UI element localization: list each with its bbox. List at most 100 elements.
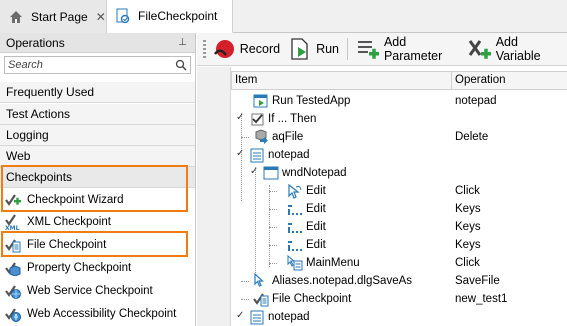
toolbar-grip[interactable]: [203, 40, 206, 58]
row-gutter: [197, 67, 231, 326]
add-variable-label: Add Variable: [495, 35, 541, 63]
operation-property-checkpoint[interactable]: Property Checkpoint: [0, 256, 195, 279]
row-operation: notepad: [455, 95, 497, 107]
toolbar-separator: [347, 38, 348, 60]
collapse-icon[interactable]: ✓: [236, 113, 246, 123]
file-checkpoint-highlight: [1, 231, 188, 257]
web-accessibility-checkpoint-icon: [5, 306, 21, 322]
panel-title: Operations: [6, 35, 65, 50]
row-item: Aliases.notepad.dlgSaveAs: [253, 272, 412, 290]
svg-text:XML: XML: [5, 225, 20, 230]
row-item: MainMenu: [287, 254, 360, 272]
category-test-actions[interactable]: Test Actions: [0, 104, 195, 125]
row-item: Run TestedApp: [253, 92, 350, 110]
table-row[interactable]: Edit Keys: [231, 200, 567, 218]
row-item: notepad: [249, 146, 310, 164]
collapse-icon[interactable]: ✓: [250, 167, 260, 177]
row-operation: Click: [455, 185, 480, 197]
row-item: Edit: [287, 182, 326, 200]
search-placeholder: Search: [8, 59, 43, 71]
tree-line: [241, 299, 249, 300]
table-row[interactable]: MainMenu Click: [231, 254, 567, 272]
property-checkpoint-icon: [5, 260, 21, 277]
keyword-test-grid: Item Operation Run TestedApp notepad ✓ I…: [197, 67, 567, 326]
row-item-label: Edit: [306, 185, 326, 197]
tree-line: [269, 227, 277, 228]
operation-xml-checkpoint[interactable]: XML XML Checkpoint: [0, 210, 195, 233]
record-button[interactable]: Record: [212, 37, 280, 61]
operation-web-service-checkpoint[interactable]: Web Service Checkpoint: [0, 279, 195, 302]
close-icon[interactable]: ✕: [96, 10, 106, 24]
table-row[interactable]: Edit Keys: [231, 236, 567, 254]
row-operation: Delete: [455, 131, 489, 143]
if-then-icon: [249, 111, 265, 127]
tab-label: FileCheckpoint: [138, 9, 218, 23]
click-action-icon: [287, 183, 303, 199]
table-row[interactable]: ✓ wndNotepad: [231, 164, 567, 182]
category-logging[interactable]: Logging: [0, 125, 195, 146]
row-item: wndNotepad: [263, 164, 347, 182]
row-item-label: Edit: [306, 203, 326, 215]
table-row[interactable]: ✓ notepad: [231, 146, 567, 164]
main-menu-icon: [287, 254, 303, 271]
collapse-icon[interactable]: ✓: [236, 311, 246, 321]
category-frequently-used[interactable]: Frequently Used: [0, 82, 195, 103]
table-row[interactable]: Edit Click: [231, 182, 567, 200]
keys-action-icon: [287, 201, 303, 217]
tree-line: [269, 245, 277, 246]
add-parameter-button[interactable]: Add Parameter: [356, 35, 460, 63]
row-item-label: wndNotepad: [282, 167, 347, 179]
table-row[interactable]: Run TestedApp notepad: [231, 92, 567, 110]
tree-line: [269, 263, 277, 264]
file-checkpoint-icon: [253, 291, 269, 307]
row-item-label: Edit: [306, 221, 326, 233]
row-item-label: notepad: [268, 149, 310, 161]
record-label: Record: [239, 42, 281, 56]
row-item-label: Aliases.notepad.dlgSaveAs: [272, 275, 413, 287]
pin-icon[interactable]: ⊥: [178, 37, 187, 48]
checkpoints-highlight: [1, 165, 188, 212]
table-row[interactable]: aqFile Delete: [231, 128, 567, 146]
row-item-label: Edit: [306, 239, 326, 251]
record-icon: [212, 37, 236, 61]
operation-label: Property Checkpoint: [27, 261, 132, 274]
tab-start-page[interactable]: Start Page ✕: [0, 0, 107, 33]
row-item-label: Run TestedApp: [272, 95, 351, 107]
row-item: Edit: [287, 200, 326, 218]
row-operation: Click: [455, 257, 480, 269]
category-web[interactable]: Web: [0, 146, 195, 167]
operation-label: Web Service Checkpoint: [27, 284, 153, 297]
column-header-item[interactable]: Item: [231, 71, 452, 90]
aqfile-icon: [253, 129, 269, 145]
run-tested-app-icon: [253, 93, 269, 109]
row-item: Edit: [287, 218, 326, 236]
operation-web-accessibility-checkpoint[interactable]: Web Accessibility Checkpoint: [0, 302, 195, 325]
row-item-label: MainMenu: [306, 257, 360, 269]
table-row[interactable]: ✓ notepad: [231, 308, 567, 326]
table-row[interactable]: File Checkpoint new_test1: [231, 290, 567, 308]
row-item: Edit: [287, 236, 326, 254]
table-row[interactable]: ✓ If ... Then: [231, 110, 567, 128]
row-item: File Checkpoint: [253, 290, 351, 308]
table-row[interactable]: Edit Keys: [231, 218, 567, 236]
add-variable-button[interactable]: Add Variable: [468, 35, 559, 63]
table-row[interactable]: Aliases.notepad.dlgSaveAs SaveFile: [231, 272, 567, 290]
collapse-icon[interactable]: ✓: [236, 149, 246, 159]
run-button[interactable]: Run: [288, 37, 339, 61]
operations-panel: Operations ⊥ Search Frequently Used Test…: [0, 33, 196, 326]
search-icon[interactable]: [175, 59, 187, 71]
row-operation: Keys: [455, 203, 481, 215]
keyword-test-icon: [115, 8, 131, 24]
column-header-operation[interactable]: Operation: [452, 71, 567, 90]
add-parameter-icon: [356, 37, 380, 61]
row-item: If ... Then: [249, 110, 316, 128]
tab-label: Start Page: [31, 9, 88, 24]
row-operation: new_test1: [455, 293, 508, 305]
row-item-label: If ... Then: [268, 113, 317, 125]
row-operation: Keys: [455, 221, 481, 233]
search-input[interactable]: Search: [4, 56, 191, 74]
row-item-label: aqFile: [272, 131, 304, 143]
tree-line: [241, 137, 249, 138]
tab-filecheckpoint[interactable]: FileCheckpoint: [107, 0, 233, 34]
keys-action-icon: [287, 219, 303, 235]
